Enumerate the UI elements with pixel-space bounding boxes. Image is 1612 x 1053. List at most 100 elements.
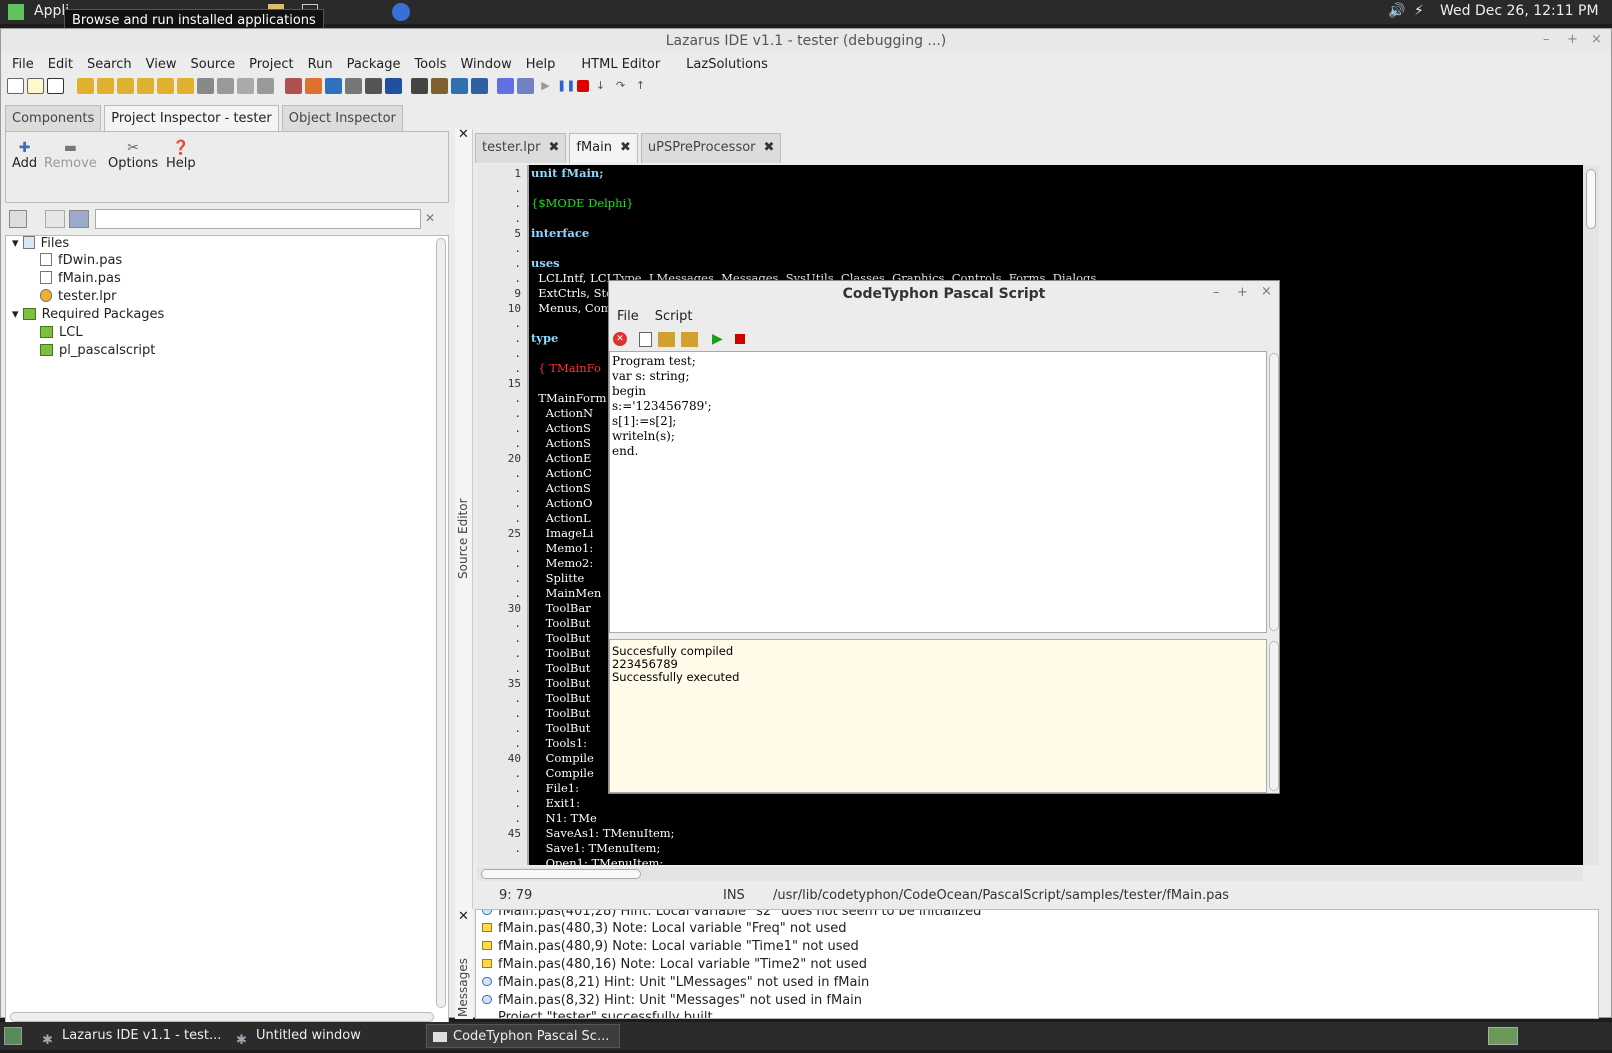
clear-filter-icon[interactable]: ✕: [425, 211, 435, 225]
debug-icon[interactable]: [471, 78, 488, 94]
taskbar-item-untitled[interactable]: ✱ Untitled window: [230, 1024, 420, 1048]
stop-icon[interactable]: [577, 80, 589, 92]
menu-run[interactable]: Run: [301, 53, 340, 77]
tree-node-fdwin[interactable]: fDwin.pas: [40, 253, 122, 268]
save-icon[interactable]: [117, 78, 134, 94]
help-button[interactable]: ❓ Help: [166, 140, 196, 171]
pause-icon[interactable]: ❚❚: [557, 78, 575, 94]
close-tab-icon[interactable]: ✖: [548, 140, 559, 155]
clock[interactable]: Wed Dec 26, 12:11 PM: [1440, 3, 1599, 19]
editor-vertical-scrollbar[interactable]: [1583, 165, 1599, 865]
open-script-icon[interactable]: [658, 331, 675, 347]
tree-node-fmain[interactable]: fMain.pas: [40, 271, 121, 286]
new-file-icon[interactable]: [7, 78, 24, 94]
windows-icon[interactable]: [365, 78, 382, 94]
message-line[interactable]: fMain.pas(8,32) Hint: Unit "Messages" no…: [482, 993, 862, 1008]
menu-lazsolutions[interactable]: LazSolutions: [679, 53, 775, 77]
scroll-thumb[interactable]: [1586, 169, 1596, 229]
menu-html-editor[interactable]: HTML Editor: [574, 53, 667, 77]
menu-window[interactable]: Window: [453, 53, 518, 77]
open-file-icon[interactable]: [9, 210, 27, 228]
sort-icon[interactable]: [45, 210, 65, 228]
dialog-menu-file[interactable]: File: [609, 307, 647, 327]
close-editor-dock-icon[interactable]: ✕: [458, 127, 469, 142]
volume-icon[interactable]: 🔊: [1388, 3, 1405, 19]
menu-source[interactable]: Source: [183, 53, 242, 77]
tab-project-inspector[interactable]: Project Inspector - tester: [104, 105, 279, 131]
close-messages-icon[interactable]: ✕: [458, 909, 469, 924]
tree-node-files[interactable]: ▾ Files: [12, 236, 69, 251]
step-out-icon[interactable]: ↑: [632, 78, 649, 94]
units-icon[interactable]: [197, 78, 214, 94]
save-all-icon[interactable]: [137, 78, 154, 94]
tree-node-pascalscript[interactable]: pl_pascalscript: [40, 343, 155, 358]
message-line[interactable]: fMain.pas(480,16) Note: Local variable "…: [482, 957, 867, 972]
filter-input[interactable]: [95, 209, 421, 229]
menu-view[interactable]: View: [139, 53, 184, 77]
dialog-close-button[interactable]: ×: [1261, 284, 1272, 299]
packages-icon[interactable]: [305, 78, 322, 94]
messages-dock-handle[interactable]: ✕ Messages: [455, 909, 473, 1019]
network-icon[interactable]: ⚡: [1414, 3, 1424, 19]
compile-icon[interactable]: [431, 78, 448, 94]
message-line[interactable]: Project "tester" successfully built: [498, 1010, 713, 1018]
save-script-icon[interactable]: [681, 331, 698, 347]
new-script-icon[interactable]: [639, 331, 652, 347]
editor-horizontal-scrollbar[interactable]: [477, 867, 1583, 881]
show-directory-icon[interactable]: [69, 210, 89, 228]
workspace-switcher-icon[interactable]: [1488, 1027, 1518, 1045]
scroll-thumb[interactable]: [481, 869, 641, 879]
tree-node-tester[interactable]: tester.lpr: [40, 289, 116, 304]
run-script-icon[interactable]: ▶: [712, 331, 723, 347]
add-button[interactable]: ✚ Add: [12, 140, 37, 171]
expand-icon[interactable]: ▾: [12, 307, 23, 322]
inspect-icon[interactable]: [497, 78, 514, 94]
minimize-button[interactable]: –: [1543, 32, 1550, 47]
tree-vertical-scrollbar[interactable]: [436, 238, 446, 1008]
menu-help[interactable]: Help: [519, 53, 563, 77]
network-icon[interactable]: [451, 78, 468, 94]
view-units-icon[interactable]: [257, 78, 274, 94]
close-script-icon[interactable]: ✕: [613, 332, 627, 346]
tree-node-required-packages[interactable]: ▾ Required Packages: [12, 307, 164, 322]
script-scrollbar[interactable]: [1269, 353, 1279, 631]
open-recent-icon[interactable]: [97, 78, 114, 94]
watches-icon[interactable]: [517, 78, 534, 94]
options-icon[interactable]: [285, 78, 302, 94]
toggle-form-icon[interactable]: [237, 78, 254, 94]
tree-node-lcl[interactable]: LCL: [40, 325, 83, 340]
message-line[interactable]: fMain.pas(8,21) Hint: Unit "LMessages" n…: [482, 975, 869, 990]
tab-components[interactable]: Components: [5, 105, 102, 131]
menu-package[interactable]: Package: [340, 53, 408, 77]
open-icon[interactable]: [77, 78, 94, 94]
tab-tester-lpr[interactable]: tester.lpr ✖: [475, 133, 567, 163]
new-form-icon[interactable]: [47, 78, 64, 94]
project-icon[interactable]: [177, 78, 194, 94]
maximize-button[interactable]: +: [1567, 32, 1578, 47]
taskbar-item-codetyphon[interactable]: CodeTyphon Pascal Sc...: [426, 1024, 620, 1048]
editor-icon[interactable]: [385, 78, 402, 94]
menu-tools[interactable]: Tools: [407, 53, 453, 77]
menu-logo-icon[interactable]: [8, 4, 24, 20]
tree-horizontal-scrollbar[interactable]: [10, 1012, 434, 1022]
dialog-menu-script[interactable]: Script: [647, 307, 701, 327]
menu-project[interactable]: Project: [242, 53, 300, 77]
close-tab-icon[interactable]: ✖: [764, 140, 775, 155]
close-tab-icon[interactable]: ✖: [620, 140, 631, 155]
tab-upspreprocessor[interactable]: uPSPreProcessor ✖: [640, 133, 782, 163]
show-desktop-icon[interactable]: [4, 1027, 22, 1045]
menu-file[interactable]: File: [5, 53, 41, 77]
new-unit-icon[interactable]: [27, 78, 44, 94]
script-editor[interactable]: Program test; var s: string; begin s:='1234…: [609, 351, 1267, 633]
step-into-icon[interactable]: ↓: [592, 78, 609, 94]
stop-script-icon[interactable]: [734, 334, 745, 344]
tab-fmain[interactable]: fMain ✖: [569, 133, 638, 163]
component-icon[interactable]: [325, 78, 342, 94]
message-line[interactable]: fMain.pas(401,28) Hint: Local variable "…: [482, 910, 981, 919]
message-line[interactable]: fMain.pas(480,9) Note: Local variable "T…: [482, 939, 859, 954]
run-icon[interactable]: ▶: [537, 78, 554, 94]
expand-icon[interactable]: ▾: [12, 236, 23, 251]
message-line[interactable]: fMain.pas(480,3) Note: Local variable "F…: [482, 921, 847, 936]
inspector-icon[interactable]: [345, 78, 362, 94]
output-console[interactable]: Succesfully compiled 223456789 Successfull…: [609, 639, 1267, 793]
